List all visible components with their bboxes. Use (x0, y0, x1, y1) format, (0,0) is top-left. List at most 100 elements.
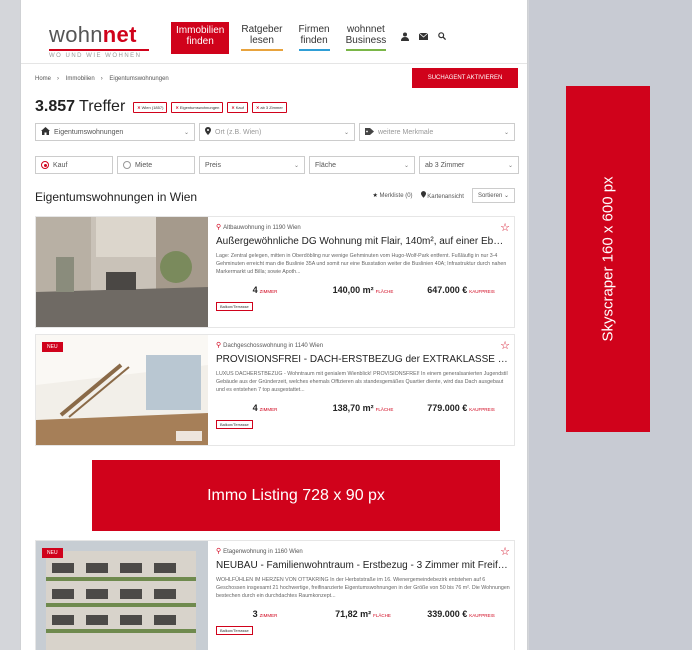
price-label: Preis (205, 161, 221, 169)
breadcrumb-home[interactable]: Home (35, 76, 51, 82)
nav-firmen-finden[interactable]: Firmen finden (295, 22, 334, 54)
chevron-down-icon: ⌄ (403, 162, 409, 169)
map-view-button[interactable]: Kartenansicht (420, 191, 464, 200)
chevron-down-icon: ⌄ (183, 129, 189, 136)
breadcrumb-immobilien[interactable]: Immobilien (66, 76, 95, 82)
breadcrumb: Home › Immobilien › Eigentumswohnungen (35, 76, 169, 82)
nav-underline (298, 49, 330, 51)
nav-wohnnet-business[interactable]: wohnnet Business (342, 22, 391, 54)
listing-description: Lage: Zentral gelegen, mitten in Oberdöb… (216, 253, 507, 275)
radio-selected-icon (41, 161, 49, 169)
close-icon[interactable]: ✕ (137, 105, 140, 110)
logo[interactable]: wohnnet WO UND WIE WOHNEN (49, 22, 159, 59)
close-icon[interactable]: ✕ (231, 105, 234, 110)
nav-underline (345, 49, 387, 51)
filter-row-2: Kauf Miete Preis ⌄ Fläche ⌄ ab 3 Zimmer … (35, 156, 519, 174)
nav-label-line1: Ratgeber (241, 24, 283, 35)
nav-label-line2: finden (300, 35, 328, 46)
price-unit: KAUFPREIS (469, 613, 495, 618)
list-header: Eigentumswohnungen in Wien ★ Merkliste (… (35, 188, 515, 208)
area-select[interactable]: Fläche ⌄ (309, 156, 415, 174)
results-label: Treffer (79, 98, 126, 115)
more-features-label: weitere Merkmale (378, 128, 434, 136)
user-icon[interactable] (401, 32, 409, 43)
listing-title[interactable]: NEUBAU - Familienwohntraum - Erstbezug -… (216, 560, 508, 571)
favorite-star-icon[interactable]: ☆ (500, 339, 510, 352)
nav-ratgeber-lesen[interactable]: Ratgeber lesen (237, 22, 286, 54)
area-unit: m² (360, 609, 372, 619)
buy-radio[interactable]: Kauf (35, 156, 113, 174)
favorite-star-icon[interactable]: ☆ (500, 221, 510, 234)
rent-radio[interactable]: Miete (117, 156, 195, 174)
chevron-down-icon: ⌄ (343, 129, 349, 136)
search-icon[interactable] (438, 32, 447, 43)
area-unit-label: FLÄCHE (373, 613, 391, 618)
listing-card[interactable]: NEU ⚲ Etagenwohnung in 1160 Wien ☆ NEUBAU… (35, 540, 515, 650)
chevron-down-icon: ⌄ (507, 162, 513, 169)
tag-icon (365, 127, 374, 137)
rent-label: Miete (135, 161, 153, 169)
breadcrumb-eigentumswohnungen[interactable]: Eigentumswohnungen (109, 76, 168, 82)
price-value: 647.000 € (427, 285, 468, 295)
listing-body: ⚲ Dachgeschosswohnung in 1140 Wien ☆ PROV… (216, 339, 510, 441)
filter-chip[interactable]: ✕Kauf (227, 101, 248, 113)
chip-label: Wien (1857) (141, 104, 164, 110)
nav-label-line1: Immobilien (176, 25, 225, 36)
price-select[interactable]: Preis ⌄ (199, 156, 305, 174)
mail-icon[interactable] (418, 32, 429, 43)
price-value: 779.000 € (427, 403, 468, 413)
listing-body: ⚲ Etagenwohnung in 1160 Wien ☆ NEUBAU - F… (216, 545, 510, 647)
area-unit-label: FLÄCHE (375, 289, 394, 294)
chip-label: Kauf (235, 104, 244, 110)
location-placeholder: Ort (z.B. Wien) (215, 128, 262, 136)
listing-card[interactable]: ⚲ Altbauwohnung in 1190 Wien ☆ Außergewöh… (35, 216, 515, 328)
rooms-select[interactable]: ab 3 Zimmer ⌄ (419, 156, 519, 174)
search-agent-button[interactable]: SUCHAGENT AKTIVIEREN (412, 68, 518, 88)
listing-description: LUXUS DACHERSTBEZUG - Wohntraum mit geni… (216, 371, 508, 393)
listing-stats: 3 ZIMMER 71,82 m² FLÄCHE 339.000 € KAUFPREI… (216, 609, 510, 619)
listing-title[interactable]: Außergewöhnliche DG Wohnung mit Flair, 1… (216, 236, 508, 247)
listing-page: wohnnet WO UND WIE WOHNEN Immobilien fin… (20, 0, 528, 650)
area-unit: m² (362, 285, 374, 295)
logo-word-a: wohn (49, 22, 103, 47)
listing-card[interactable]: NEU ⚲ Dachgeschosswohnung in 1140 Wien ☆ … (35, 334, 515, 446)
skyscraper-ad[interactable]: Skyscraper 160 x 600 px (566, 86, 650, 432)
category-select[interactable]: Eigentumswohnungen ⌄ (35, 123, 195, 141)
favorite-star-icon[interactable]: ☆ (500, 545, 510, 558)
nav-immobilien-finden[interactable]: Immobilien finden (171, 22, 230, 54)
listing-photo[interactable]: NEU (36, 335, 208, 445)
area-value: 71,82 (335, 609, 358, 619)
listing-body: ⚲ Altbauwohnung in 1190 Wien ☆ Außergewöh… (216, 221, 510, 323)
listing-title[interactable]: PROVISIONSFREI - DACH-ERSTBEZUG der EXTR… (216, 354, 508, 365)
feature-tag: Balkon/Terrasse (216, 626, 253, 635)
filter-chip[interactable]: ✕Eigentumswohnungen (171, 101, 224, 113)
listing-photo[interactable]: NEU (36, 541, 208, 650)
logo-word-b: net (102, 22, 137, 47)
home-icon (41, 127, 50, 137)
logo-underline (49, 49, 149, 51)
sort-label: Sortieren (477, 193, 503, 199)
watchlist-button[interactable]: ★ Merkliste (0) (372, 192, 412, 199)
rooms-unit: ZIMMER (259, 407, 278, 412)
close-icon[interactable]: ✕ (256, 105, 259, 110)
map-pin-icon: ⚲ (216, 342, 222, 349)
listing-photo[interactable] (36, 217, 208, 327)
price-unit: KAUFPREIS (469, 407, 495, 412)
skyscraper-ad-label: Skyscraper 160 x 600 px (599, 176, 617, 342)
buy-label: Kauf (53, 161, 68, 169)
sort-select[interactable]: Sortieren ⌄ (471, 188, 515, 203)
close-icon[interactable]: ✕ (175, 105, 178, 110)
filter-chip[interactable]: ✕Wien (1857) (133, 101, 168, 113)
logo-tagline: WO UND WIE WOHNEN (49, 53, 142, 59)
rooms-unit: ZIMMER (259, 289, 278, 294)
chevron-down-icon: ⌄ (503, 129, 509, 136)
category-value: Eigentumswohnungen (54, 128, 124, 136)
location-input[interactable]: Ort (z.B. Wien) ⌄ (199, 123, 355, 141)
filter-chip[interactable]: ✕ab 3 Zimmer (251, 101, 287, 113)
chevron-down-icon: ⌄ (293, 162, 299, 169)
rooms-unit: ZIMMER (259, 613, 278, 618)
listing-banner-ad[interactable]: Immo Listing 728 x 90 px (92, 460, 500, 531)
more-features-select[interactable]: weitere Merkmale ⌄ (359, 123, 515, 141)
results-count: 3.857 (35, 98, 76, 115)
nav-label-line2: finden (186, 36, 214, 47)
